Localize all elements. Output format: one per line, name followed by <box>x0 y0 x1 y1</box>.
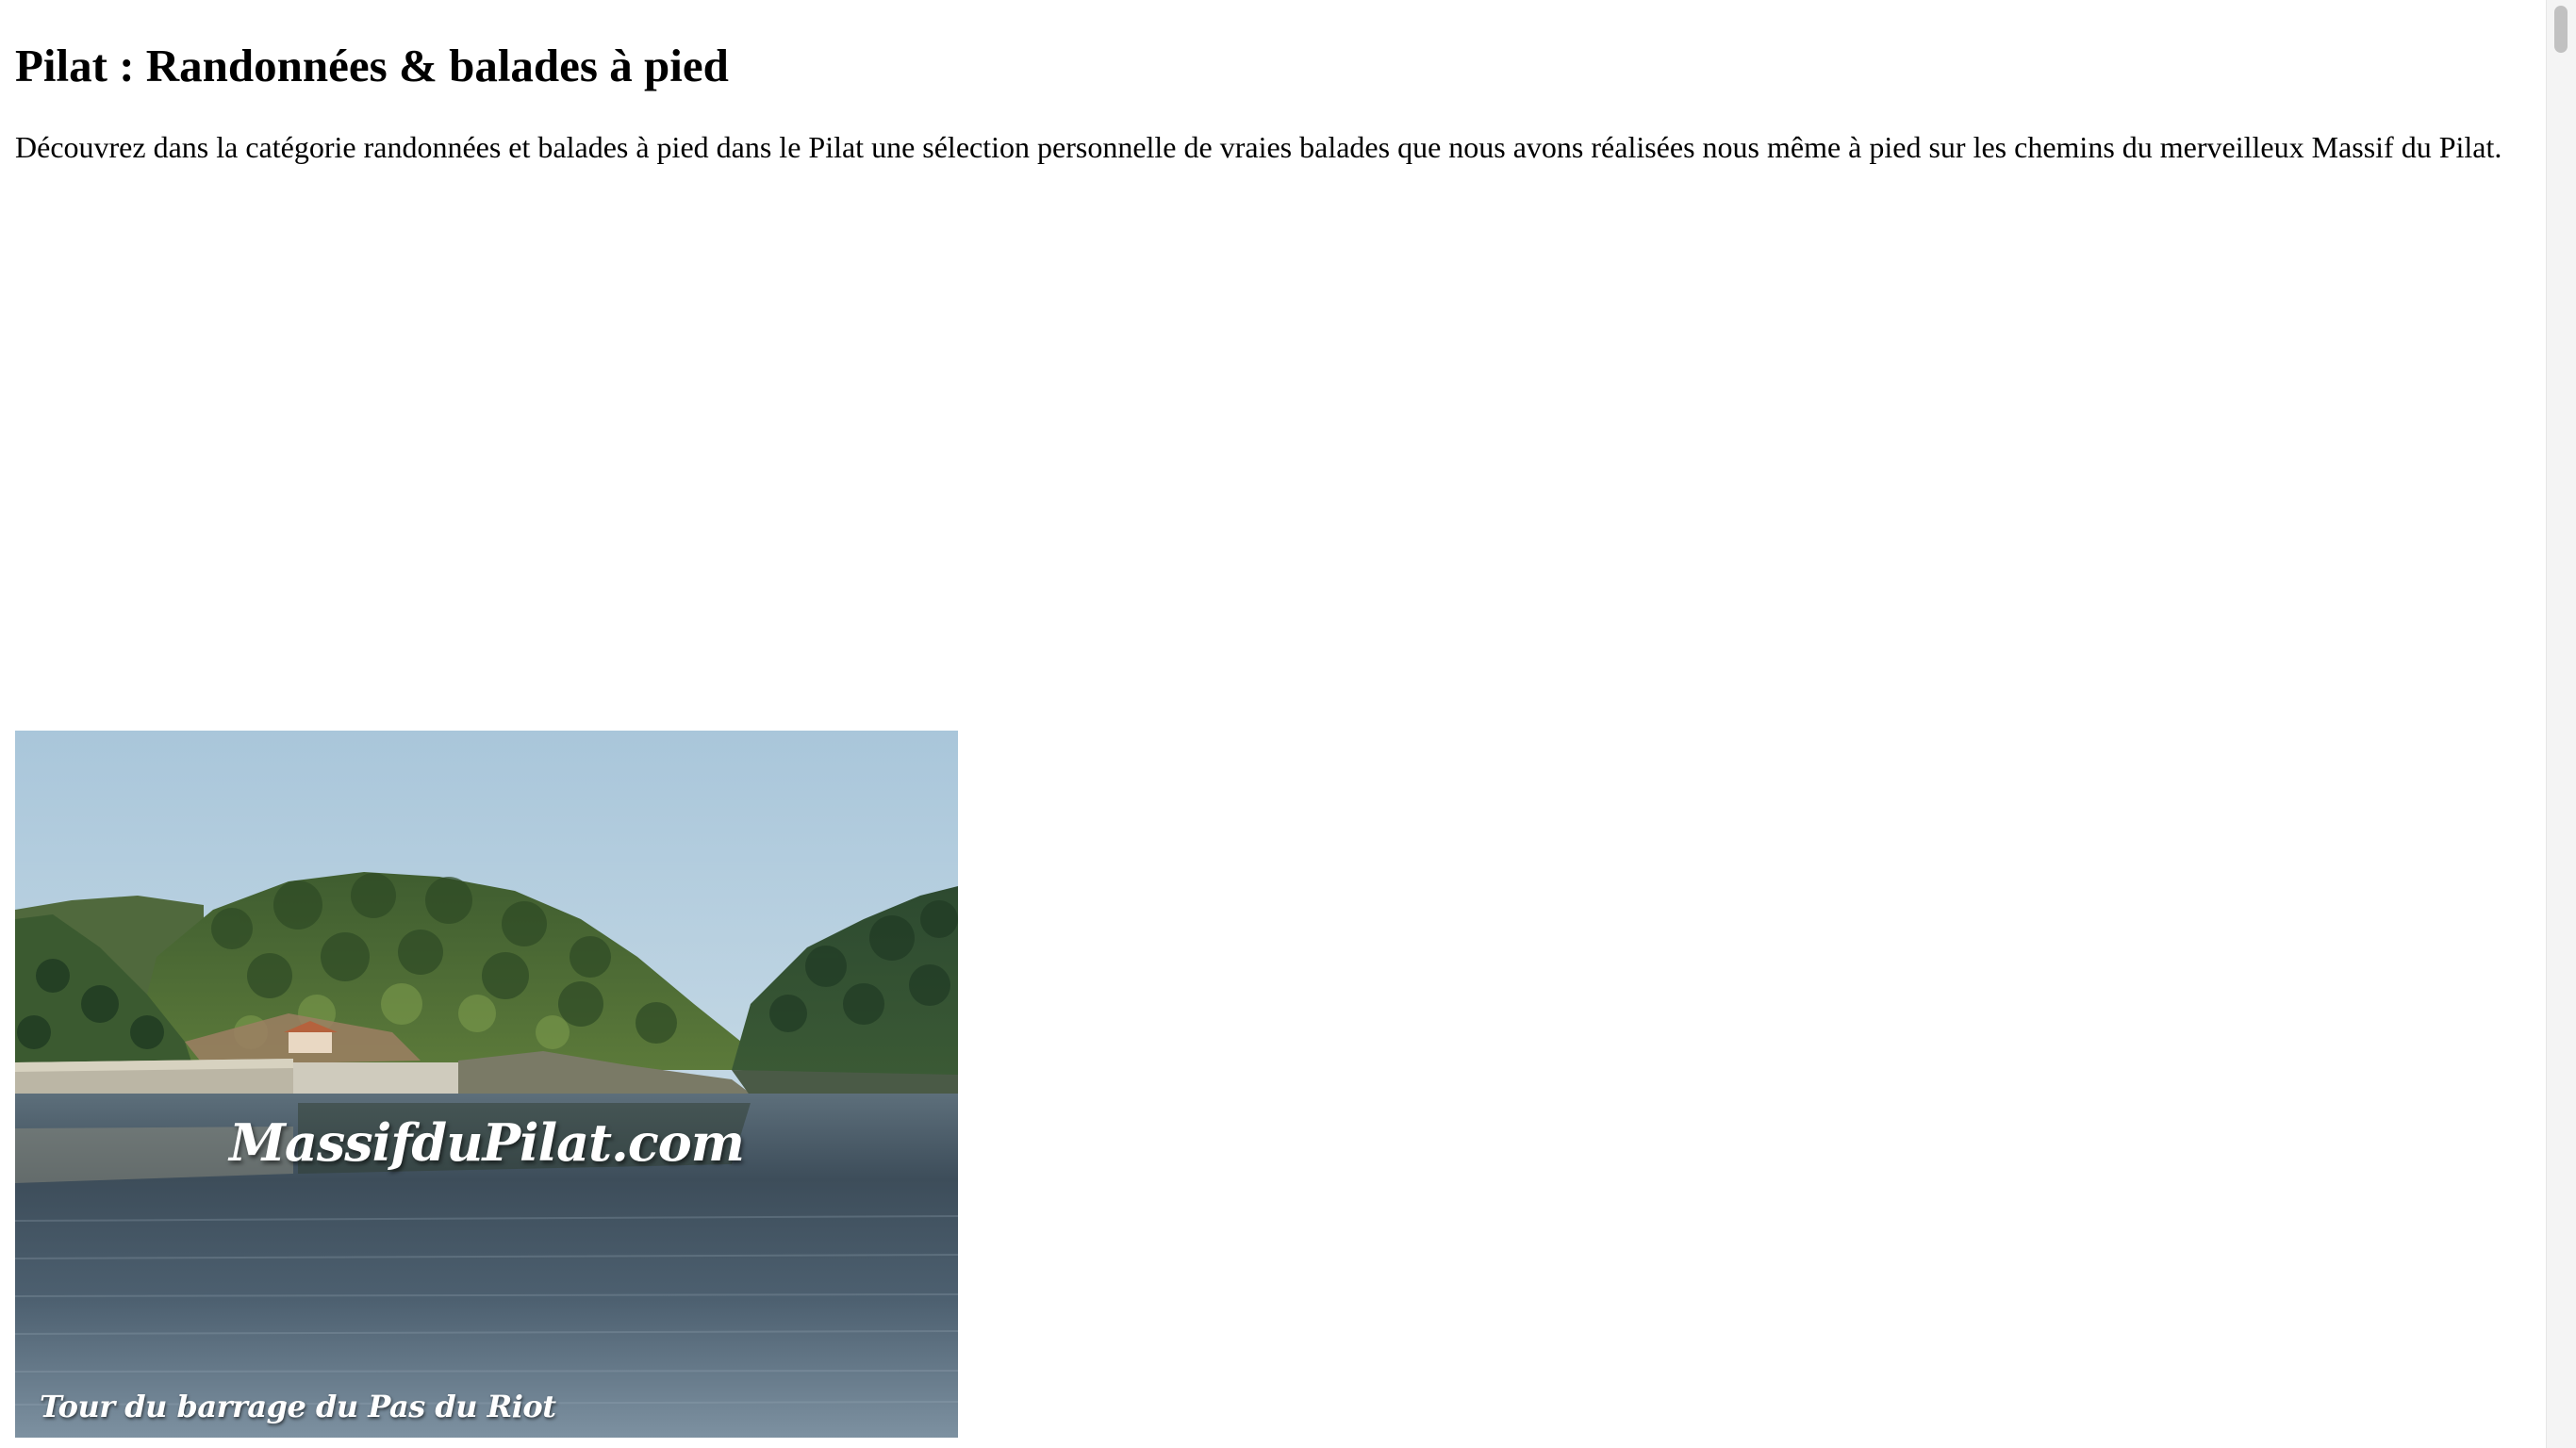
ad-placeholder <box>15 189 2542 716</box>
page-title: Pilat : Randonnées & balades à pied <box>15 40 729 91</box>
lake-photo <box>15 731 958 1438</box>
intro-paragraph: Découvrez dans la catégorie randonnées e… <box>15 130 2502 164</box>
hike-card-link[interactable]: MassifduPilat.com Tour du barrage du Pas… <box>15 731 958 1438</box>
page: Pilat : Randonnées & balades à pied Déco… <box>0 0 2576 1448</box>
vertical-scrollbar[interactable] <box>2546 0 2576 1448</box>
scrollbar-thumb[interactable] <box>2554 6 2568 53</box>
site-watermark: MassifduPilat.com <box>229 1112 745 1173</box>
hike-caption: Tour du barrage du Pas du Riot <box>40 1389 556 1424</box>
